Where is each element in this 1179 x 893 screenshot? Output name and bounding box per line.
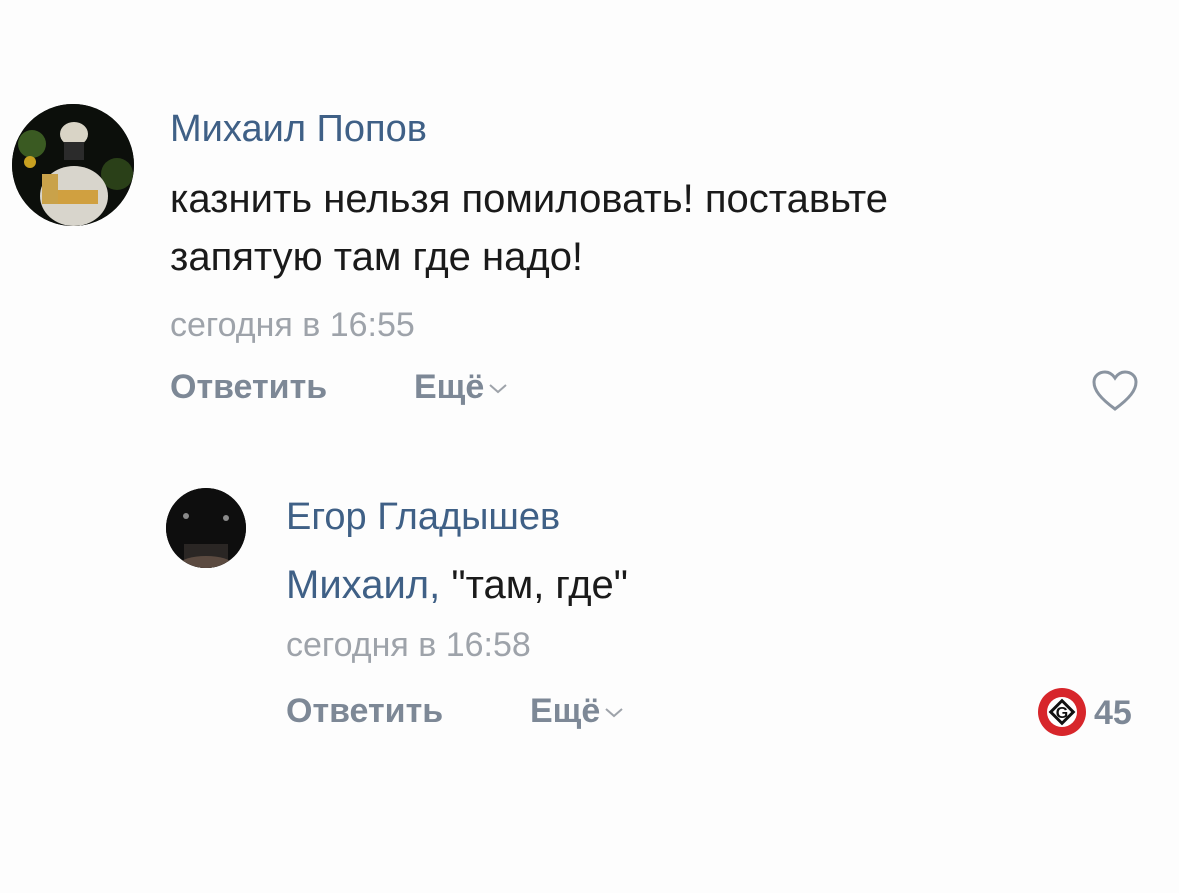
comment-text-line: казнить нельзя помиловать! поставьте bbox=[170, 177, 888, 221]
avatar-image bbox=[12, 104, 134, 226]
chevron-down-icon bbox=[489, 384, 507, 394]
grammar-nazi-badge-icon: G bbox=[1038, 688, 1086, 736]
like-button[interactable] bbox=[1090, 368, 1140, 414]
comment-author[interactable]: Егор Гладышев bbox=[286, 496, 560, 539]
more-label: Ещё bbox=[530, 692, 601, 730]
reply-button[interactable]: Ответить bbox=[170, 368, 327, 407]
avatar-image bbox=[166, 488, 246, 568]
comment-text: Михаил, "там, где" bbox=[286, 556, 628, 614]
like-count: 45 bbox=[1094, 694, 1132, 732]
comment-timestamp: сегодня в 16:55 bbox=[170, 306, 415, 344]
comments-thread: Михаил Попов казнить нельзя помиловать! … bbox=[0, 0, 1179, 893]
comment-text-line: запятую там где надо! bbox=[170, 235, 584, 279]
more-button[interactable]: Ещё bbox=[530, 692, 624, 731]
reply-mention[interactable]: Михаил, bbox=[286, 563, 440, 607]
comment: Михаил Попов казнить нельзя помиловать! … bbox=[0, 0, 1179, 440]
comment-body: "там, где" bbox=[440, 563, 628, 607]
comment-reply: Егор Гладышев Михаил, "там, где" сегодня… bbox=[0, 440, 1179, 780]
reply-button[interactable]: Ответить bbox=[286, 692, 443, 731]
chevron-down-icon bbox=[605, 708, 623, 718]
svg-text:G: G bbox=[1056, 705, 1068, 722]
comment-author[interactable]: Михаил Попов bbox=[170, 108, 427, 151]
avatar[interactable] bbox=[166, 488, 246, 568]
like-button[interactable]: G bbox=[1036, 686, 1088, 738]
avatar[interactable] bbox=[12, 104, 134, 226]
more-button[interactable]: Ещё bbox=[414, 368, 508, 407]
heart-outline-icon bbox=[1092, 370, 1138, 411]
comment-text: казнить нельзя помиловать! поставьте зап… bbox=[170, 170, 888, 286]
comment-timestamp: сегодня в 16:58 bbox=[286, 626, 531, 664]
more-label: Ещё bbox=[414, 368, 485, 406]
